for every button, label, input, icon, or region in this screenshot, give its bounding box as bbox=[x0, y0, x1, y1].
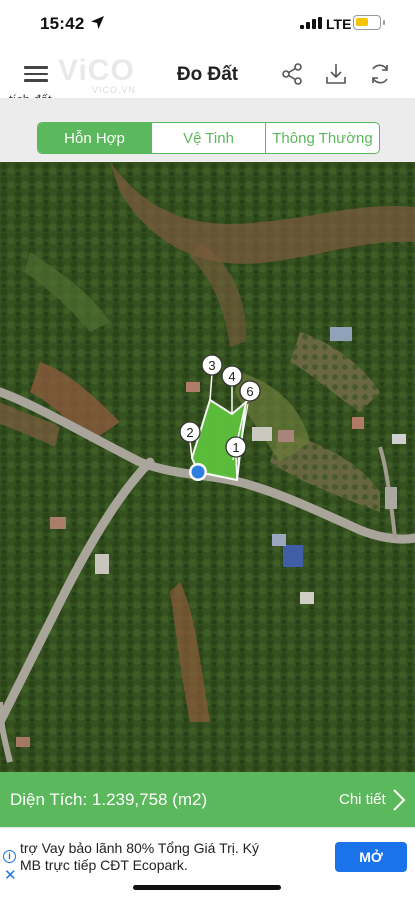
download-icon[interactable] bbox=[324, 62, 348, 86]
ad-info-icon[interactable]: i bbox=[3, 850, 16, 863]
top-bar: ViCO VICO.VN Đo Đất bbox=[0, 50, 415, 98]
vertex-marker-6[interactable]: 6 bbox=[239, 380, 261, 403]
carrier-label: LTE bbox=[326, 16, 352, 32]
vertex-label: 4 bbox=[228, 369, 235, 384]
chevron-right-icon[interactable] bbox=[392, 788, 406, 812]
status-time: 15:42 bbox=[40, 14, 85, 33]
satellite-map[interactable]: 3 4 6 2 1 bbox=[0, 162, 415, 772]
vertex-label: 1 bbox=[232, 440, 239, 455]
signal-icon bbox=[300, 17, 322, 29]
ad-close-icon[interactable]: ✕ bbox=[4, 866, 17, 884]
battery-icon bbox=[353, 15, 385, 30]
area-summary-bar: Diện Tích: 1.239,758 (m2) Chi tiết bbox=[0, 772, 415, 827]
location-arrow-icon bbox=[91, 16, 104, 29]
home-indicator[interactable] bbox=[133, 885, 281, 890]
segment-hybrid[interactable]: Hỗn Hợp bbox=[38, 123, 152, 153]
map-canvas: 3 4 6 2 1 bbox=[0, 162, 415, 772]
map-type-selector: Hỗn Hợp Vệ Tinh Thông Thường bbox=[37, 122, 380, 154]
detail-link[interactable]: Chi tiết bbox=[339, 791, 386, 808]
ad-banner[interactable]: trợ Vay bảo lãnh 80% Tổng Giá Trị. Ký MB… bbox=[0, 827, 415, 884]
watermark-subtext: VICO.VN bbox=[92, 85, 137, 95]
ad-text-line1: trợ Vay bảo lãnh 80% Tổng Giá Trị. Ký bbox=[20, 840, 260, 856]
ad-open-button[interactable]: MỞ bbox=[335, 842, 407, 872]
segment-standard[interactable]: Thông Thường bbox=[266, 123, 379, 153]
vertex-label: 2 bbox=[186, 425, 193, 440]
refresh-icon[interactable] bbox=[368, 62, 392, 86]
segment-satellite[interactable]: Vệ Tinh bbox=[152, 123, 266, 153]
status-bar: 15:42 LTE bbox=[0, 0, 415, 50]
ad-text-line2: MB trực tiếp CĐT Ecopark. bbox=[20, 857, 188, 873]
vertex-label: 6 bbox=[246, 384, 253, 399]
share-icon[interactable] bbox=[280, 62, 304, 86]
area-label: Diện Tích: 1.239,758 (m2) bbox=[10, 790, 208, 809]
page-title: Đo Đất bbox=[176, 64, 239, 85]
vertex-label: 3 bbox=[208, 358, 215, 373]
